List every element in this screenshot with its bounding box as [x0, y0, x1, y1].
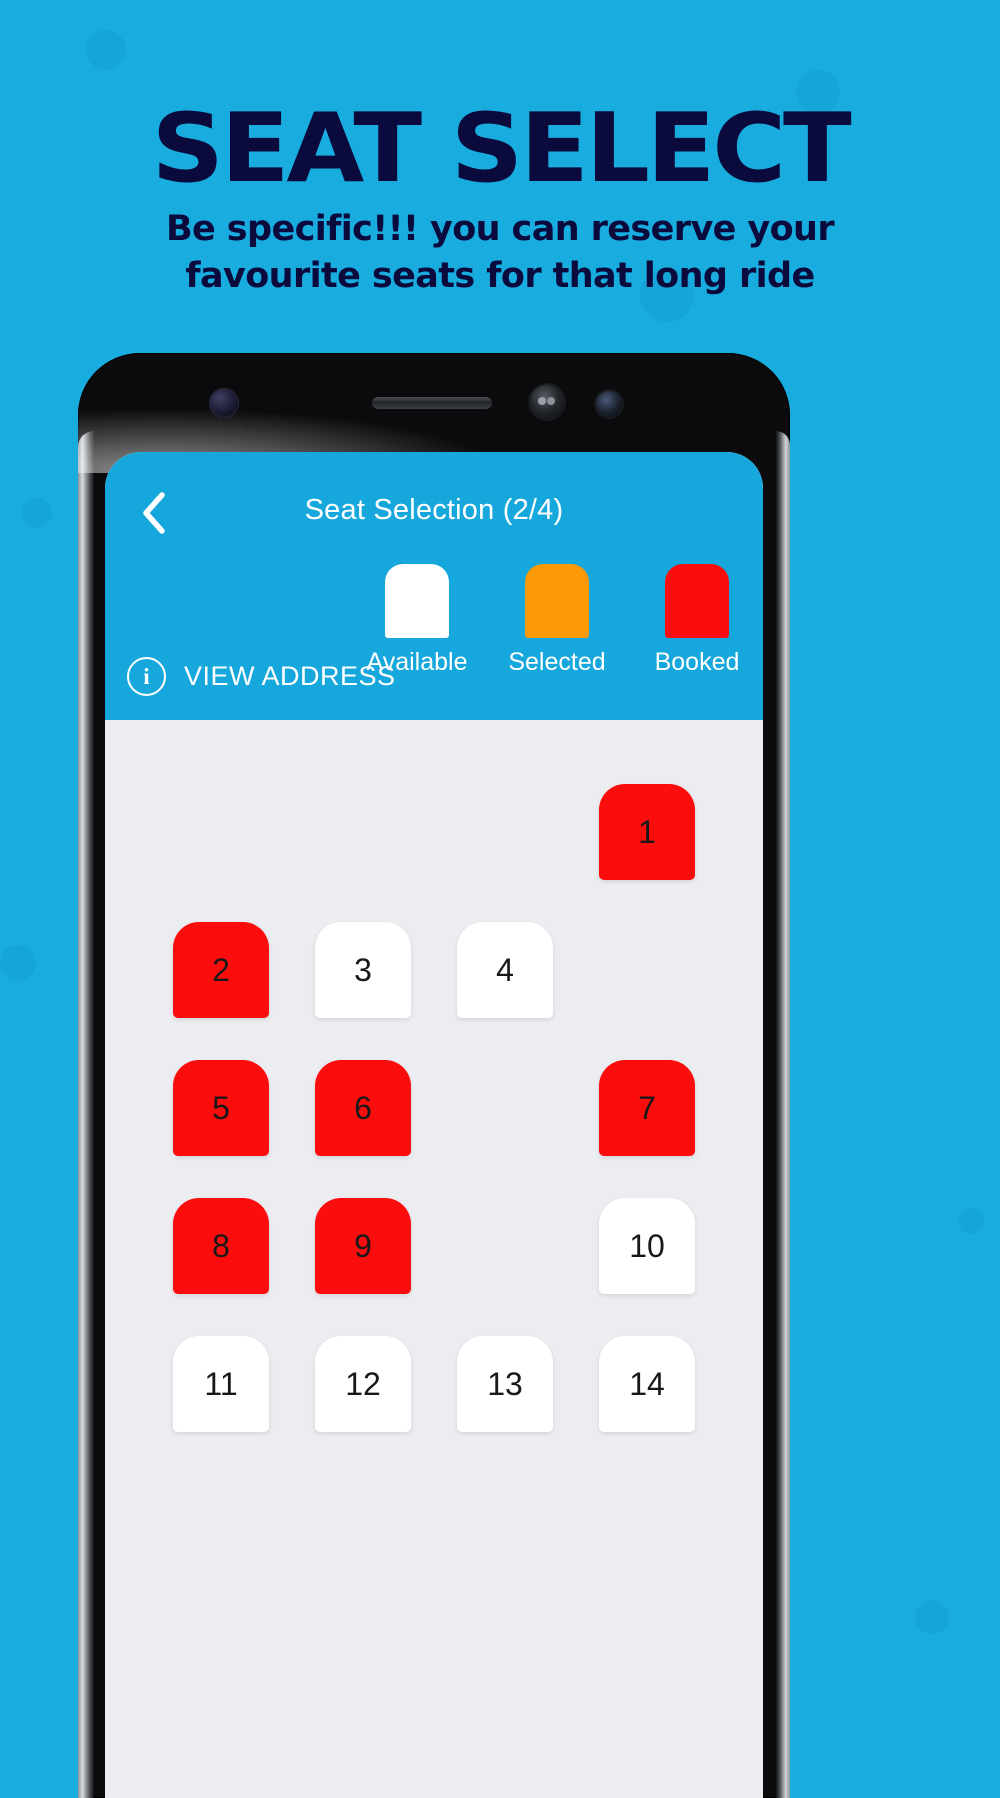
- earpiece-speaker-icon: [372, 397, 492, 409]
- decorative-circle: [0, 945, 36, 981]
- view-address-button[interactable]: i VIEW ADDRESS: [127, 657, 396, 696]
- front-camera-icon: [210, 389, 238, 417]
- legend-item-booked[interactable]: Booked: [639, 564, 755, 677]
- seat-placeholder: [457, 1198, 553, 1294]
- seat-row: 11 12 13 14: [105, 1336, 763, 1432]
- seat-6[interactable]: 6: [315, 1060, 411, 1156]
- page-title: SEAT SELECT: [151, 94, 851, 204]
- seat-3[interactable]: 3: [315, 922, 411, 1018]
- phone-sensor-strip: [78, 353, 790, 453]
- decorative-circle: [22, 498, 52, 528]
- legend-label-selected: Selected: [508, 648, 606, 676]
- decorative-circle: [915, 1600, 949, 1634]
- phone-mockup: Seat Selection (2/4) Available Selected …: [78, 353, 790, 1798]
- info-circle-icon: i: [127, 657, 166, 696]
- seat-4[interactable]: 4: [457, 922, 553, 1018]
- seat-5[interactable]: 5: [173, 1060, 269, 1156]
- seat-placeholder: [599, 922, 695, 1018]
- view-address-label: VIEW ADDRESS: [184, 661, 396, 691]
- seat-row: 56 7: [105, 1060, 763, 1156]
- app-header: Seat Selection (2/4) Available Selected …: [105, 452, 763, 720]
- app-screen: Seat Selection (2/4) Available Selected …: [105, 452, 763, 1798]
- seat-7[interactable]: 7: [599, 1060, 695, 1156]
- seat-2[interactable]: 2: [173, 922, 269, 1018]
- seat-legend: Available Selected Booked: [359, 564, 755, 677]
- seat-11[interactable]: 11: [173, 1336, 269, 1432]
- legend-label-booked: Booked: [654, 648, 740, 676]
- seat-placeholder: [457, 784, 553, 880]
- seat-placeholder: [315, 784, 411, 880]
- phone-left-rail: [78, 431, 94, 1798]
- legend-swatch-available: [385, 564, 449, 638]
- seat-placeholder: [173, 784, 269, 880]
- legend-item-selected[interactable]: Selected: [499, 564, 615, 677]
- proximity-sensor-icon: [596, 391, 622, 417]
- phone-right-rail: [776, 431, 790, 1798]
- screen-title: Seat Selection (2/4): [304, 494, 564, 526]
- iris-scanner-icon: [530, 385, 564, 419]
- seat-14[interactable]: 14: [599, 1336, 695, 1432]
- seat-9[interactable]: 9: [315, 1198, 411, 1294]
- decorative-circle: [958, 1208, 984, 1234]
- seat-12[interactable]: 12: [315, 1336, 411, 1432]
- page-subtitle: Be specific!!! you can reserve your favo…: [165, 209, 835, 296]
- seat-1[interactable]: 1: [599, 784, 695, 880]
- seat-placeholder: [457, 1060, 553, 1156]
- seat-row: 1: [105, 784, 763, 880]
- seat-10[interactable]: 10: [599, 1198, 695, 1294]
- hero-section: SEAT SELECT Be specific!!! you can reser…: [0, 0, 1000, 299]
- seat-13[interactable]: 13: [457, 1336, 553, 1432]
- seat-row: 234: [105, 922, 763, 1018]
- phone-bezel: Seat Selection (2/4) Available Selected …: [78, 353, 790, 1798]
- seat-map: 1 2 3 4 5 6 7 8 9 10 11 12 13 14: [105, 720, 763, 1798]
- legend-swatch-selected: [525, 564, 589, 638]
- seat-row: 8 9 10: [105, 1198, 763, 1294]
- legend-swatch-booked: [665, 564, 729, 638]
- seat-8[interactable]: 8: [173, 1198, 269, 1294]
